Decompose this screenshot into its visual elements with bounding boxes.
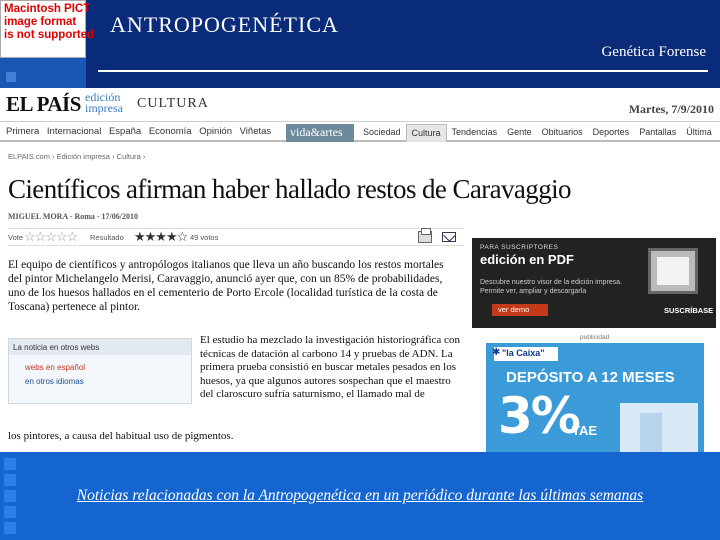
nav-item-economia[interactable]: Economía [149, 126, 192, 137]
nav-tab-gente[interactable]: Gente [502, 124, 537, 142]
rating-bar: Vote ☆☆☆☆☆ Resultado ★★★★☆ 49 votos [8, 228, 464, 246]
nav-tab-ultima[interactable]: Última [681, 124, 717, 142]
nav-item-espana[interactable]: España [109, 126, 141, 137]
title-divider [98, 70, 708, 72]
slide-subtitle: Genética Forense [601, 44, 706, 60]
link-otros-idiomas[interactable]: en otros idiomas [25, 377, 84, 386]
monitor-icon [648, 248, 698, 294]
nav-tab-obituarios[interactable]: Obituarios [537, 124, 588, 142]
nav-tab-tendencias[interactable]: Tendencias [447, 124, 503, 142]
article-body-continuation: los pintores, a causa del habitual uso d… [8, 430, 234, 442]
vote-label: Vote [8, 233, 24, 242]
unsupported-image-placeholder: Macintosh PICT image format is not suppo… [0, 0, 95, 58]
article-headline: Científicos afirman haber hallado restos… [8, 174, 572, 204]
decorative-square [4, 458, 16, 470]
bank-brand: "la Caixa" [494, 347, 558, 361]
newspaper-logo[interactable]: EL PAÍS [6, 92, 81, 117]
demo-button[interactable]: ver demo [492, 304, 548, 316]
nav-left-group: Primera Internacional España Economía Op… [6, 126, 276, 137]
newspaper-screenshot: EL PAÍS edición impresa CULTURA Martes, … [0, 88, 720, 452]
placeholder-line: Macintosh PICT [4, 3, 91, 15]
newspaper-masthead: EL PAÍS edición impresa CULTURA Martes, … [0, 88, 720, 122]
pdf-edition-ad[interactable]: PARA SUSCRIPTORES edición en PDF Descubr… [472, 238, 716, 328]
vote-count: 49 votos [190, 233, 219, 242]
decorative-square [6, 72, 16, 82]
ad-label: publicidad [580, 334, 610, 341]
edition-label: edición impresa [85, 91, 123, 115]
bank-ad-rate-unit: TAE [572, 423, 598, 438]
slide-caption: Noticias relacionadas con la Antropogené… [76, 487, 644, 504]
other-webs-box: La noticia en otros webs webs en español… [8, 338, 192, 404]
nav-tab-pantallas[interactable]: Pantallas [634, 124, 681, 142]
pdf-ad-kicker: PARA SUSCRIPTORES [480, 244, 559, 251]
article-lead: El equipo de científicos y antropólogos … [8, 259, 444, 313]
bank-ad-rate: 3% [498, 387, 581, 445]
result-label: Resultado [90, 233, 124, 242]
vote-stars[interactable]: ☆☆☆☆☆ [24, 229, 78, 245]
nav-tab-cultura[interactable]: Cultura [405, 124, 447, 142]
article-body: El estudio ha mezclado la investigación … [200, 334, 460, 401]
article-byline: MIGUEL MORA - Roma - 17/06/2010 [8, 212, 138, 221]
bank-deposit-ad[interactable]: "la Caixa" ✱ DEPÓSITO A 12 MESES 3% TAE [486, 343, 704, 452]
edition-line: impresa [85, 101, 123, 115]
other-webs-header: La noticia en otros webs [9, 339, 191, 355]
decorative-square [4, 474, 16, 486]
subscribe-button[interactable]: SUSCRÍBASE [664, 306, 713, 315]
nav-item-primera[interactable]: Primera [6, 126, 39, 137]
pdf-ad-title: edición en PDF [480, 252, 574, 267]
nav-tab-sociedad[interactable]: Sociedad [358, 124, 406, 142]
link-webs-espanol[interactable]: webs en español [25, 363, 85, 372]
nav-tab-deportes[interactable]: Deportes [588, 124, 635, 142]
issue-date: Martes, 7/9/2010 [628, 102, 714, 116]
bank-ad-graphic [620, 403, 698, 452]
placeholder-line: image format [4, 16, 77, 28]
slide-title: ANTROPOGENÉTICA [110, 12, 339, 37]
nav-vida-artes[interactable]: vida&artes [286, 124, 354, 142]
pdf-ad-text: Descubre nuestro visor de la edición imp… [480, 279, 623, 295]
decorative-square [4, 522, 16, 534]
section-name: CULTURA [137, 96, 209, 111]
placeholder-blue-block [0, 58, 86, 88]
bank-ad-headline: DEPÓSITO A 12 MESES [506, 369, 675, 386]
nav-item-opinion[interactable]: Opinión [199, 126, 232, 137]
email-icon[interactable] [442, 232, 456, 242]
section-navbar: Primera Internacional España Economía Op… [0, 124, 720, 142]
print-icon[interactable] [418, 228, 432, 243]
breadcrumb[interactable]: ELPAIS.com › Edición impresa › Cultura › [8, 152, 145, 161]
result-stars: ★★★★☆ [134, 229, 188, 244]
decorative-square [4, 506, 16, 518]
nav-right-group: Sociedad Cultura Tendencias Gente Obitua… [358, 124, 717, 142]
nav-item-internacional[interactable]: Internacional [47, 126, 101, 137]
placeholder-line: is not supported [4, 29, 95, 41]
star-logo-icon: ✱ [492, 347, 501, 358]
nav-item-vinetas[interactable]: Viñetas [240, 126, 272, 137]
